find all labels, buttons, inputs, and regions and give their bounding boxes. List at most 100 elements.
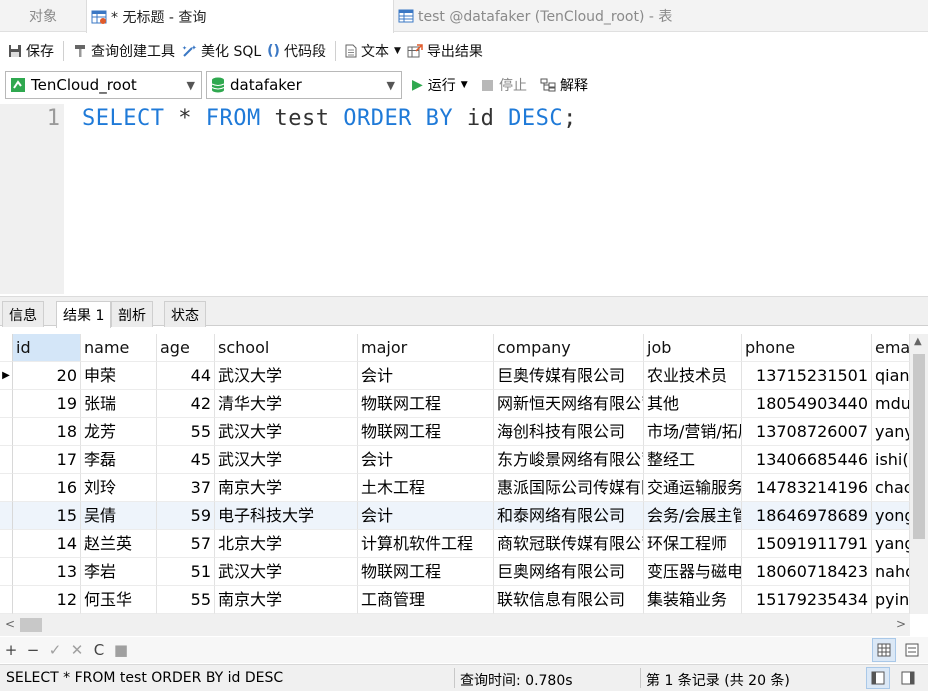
cell-id[interactable]: 15 [13,502,81,530]
cell-name[interactable]: 李岩 [81,558,157,586]
cell-age[interactable]: 37 [157,474,215,502]
table-row[interactable]: ▶ 20 申荣 44 武汉大学 会计 巨奥传媒有限公司 农业技术员 13715231501 qia… [0,362,910,390]
cell-job[interactable]: 集装箱业务 [644,586,742,614]
cell-name[interactable]: 吴倩 [81,502,157,530]
tab-objects[interactable]: 对象 [0,0,86,32]
column-header-company[interactable]: company [494,334,644,362]
cell-company[interactable]: 和泰网络有限公司 [494,502,644,530]
stop-button[interactable]: 停止 [482,75,527,95]
cell-school[interactable]: 武汉大学 [215,558,358,586]
cell-phone[interactable]: 15091911791 [742,530,872,558]
cell-phone[interactable]: 18060718423 [742,558,872,586]
cell-phone[interactable]: 18054903440 [742,390,872,418]
column-header-job[interactable]: job [644,334,742,362]
panel-right-toggle[interactable] [896,667,920,689]
cell-school[interactable]: 北京大学 [215,530,358,558]
column-header-major[interactable]: major [358,334,494,362]
cell-phone[interactable]: 13708726007 [742,418,872,446]
cell-email[interactable]: yang [872,530,910,558]
cell-email[interactable]: chac [872,474,910,502]
cell-id[interactable]: 19 [13,390,81,418]
sql-code[interactable]: SELECT * FROM test ORDER BY id DESC; [82,106,577,131]
cell-email[interactable]: yong [872,502,910,530]
cell-job[interactable]: 变压器与磁电 [644,558,742,586]
panel-left-toggle[interactable] [866,667,890,689]
tab-result-1[interactable]: 结果 1 [56,301,112,328]
cell-phone[interactable]: 13715231501 [742,362,872,390]
column-header-school[interactable]: school [215,334,358,362]
cell-id[interactable]: 12 [13,586,81,614]
cell-email[interactable]: qian [872,362,910,390]
cell-job[interactable]: 交通运输服务 [644,474,742,502]
cell-id[interactable]: 14 [13,530,81,558]
code-snippet-button[interactable]: () 代码段 [264,38,329,64]
cell-name[interactable]: 刘玲 [81,474,157,502]
vertical-scroll-thumb[interactable] [913,354,925,539]
cell-age[interactable]: 57 [157,530,215,558]
cell-id[interactable]: 16 [13,474,81,502]
cell-job[interactable]: 市场/营销/拓展 [644,418,742,446]
table-row[interactable]: 12 何玉华 55 南京大学 工商管理 联软信息有限公司 集装箱业务 15179235434 p… [0,586,910,614]
cell-job[interactable]: 环保工程师 [644,530,742,558]
cell-name[interactable]: 赵兰英 [81,530,157,558]
cell-school[interactable]: 南京大学 [215,586,358,614]
row-marker[interactable] [0,502,13,530]
connection-select[interactable]: TenCloud_root ▼ [5,71,202,99]
cell-age[interactable]: 42 [157,390,215,418]
cell-email[interactable]: naho [872,558,910,586]
scroll-up-icon[interactable]: ▲ [914,336,922,347]
cell-name[interactable]: 龙芳 [81,418,157,446]
cell-company[interactable]: 网新恒天网络有限公司 [494,390,644,418]
form-view-button[interactable] [900,638,924,662]
cell-company[interactable]: 东方峻景网络有限公司 [494,446,644,474]
cell-phone[interactable]: 18646978689 [742,502,872,530]
grid-view-button[interactable] [872,638,896,662]
horizontal-scrollbar[interactable]: < > [0,614,910,636]
apply-changes-button[interactable]: ✓ [44,641,66,659]
row-marker[interactable] [0,558,13,586]
cell-job[interactable]: 会务/会展主管 [644,502,742,530]
table-row[interactable]: 16刘玲37南京大学土木工程惠派国际公司传媒有限公司交通运输服务14783214… [0,474,910,502]
save-button[interactable]: 保存 [5,38,57,64]
cell-company[interactable]: 海创科技有限公司 [494,418,644,446]
cell-age[interactable]: 59 [157,502,215,530]
cell-id[interactable]: 17 [13,446,81,474]
cell-email[interactable]: yany [872,418,910,446]
cell-school[interactable]: 南京大学 [215,474,358,502]
column-header-id[interactable]: id [13,334,81,362]
result-grid[interactable]: id name age school major company job pho… [0,334,910,614]
query-builder-button[interactable]: 查询创建工具 [70,38,178,64]
row-marker[interactable] [0,446,13,474]
cell-phone[interactable]: 13406685446 [742,446,872,474]
row-marker[interactable] [0,390,13,418]
cell-job[interactable]: 其他 [644,390,742,418]
cell-company[interactable]: 联软信息有限公司 [494,586,644,614]
run-button[interactable]: ▶ 运行 ▼ [412,75,468,95]
row-marker[interactable] [0,474,13,502]
cell-email[interactable]: pyin [872,586,910,614]
scroll-left-icon[interactable]: < [5,617,15,631]
export-results-button[interactable]: 导出结果 [404,38,486,64]
text-mode-button[interactable]: 文本 ▼ [342,38,404,64]
cell-company[interactable]: 惠派国际公司传媒有限公司 [494,474,644,502]
cell-age[interactable]: 51 [157,558,215,586]
database-select[interactable]: datafaker ▼ [206,71,402,99]
horizontal-scroll-thumb[interactable] [20,618,42,632]
cell-id[interactable]: 13 [13,558,81,586]
column-header-name[interactable]: name [81,334,157,362]
tab-info[interactable]: 信息 [2,301,44,327]
beautify-sql-button[interactable]: ✦ ✦ 美化 SQL [178,38,264,64]
discard-changes-button[interactable]: ✕ [66,641,88,659]
current-row-indicator-icon[interactable]: ▶ [0,362,13,390]
refresh-button[interactable]: C [88,641,110,659]
cell-age[interactable]: 44 [157,362,215,390]
cell-id[interactable]: 18 [13,418,81,446]
tab-table[interactable]: test @datafaker (TenCloud_root) - 表 [394,0,700,32]
cell-major[interactable]: 会计 [358,446,494,474]
cell-phone[interactable]: 14783214196 [742,474,872,502]
cell-id[interactable]: 20 [13,362,81,390]
tab-profile[interactable]: 剖析 [111,301,153,327]
table-row[interactable]: 15 吴倩 59 电子科技大学 会计 和泰网络有限公司 会务/会展主管 18646978689… [0,502,910,530]
cell-email[interactable]: ishi( [872,446,910,474]
row-marker[interactable] [0,418,13,446]
